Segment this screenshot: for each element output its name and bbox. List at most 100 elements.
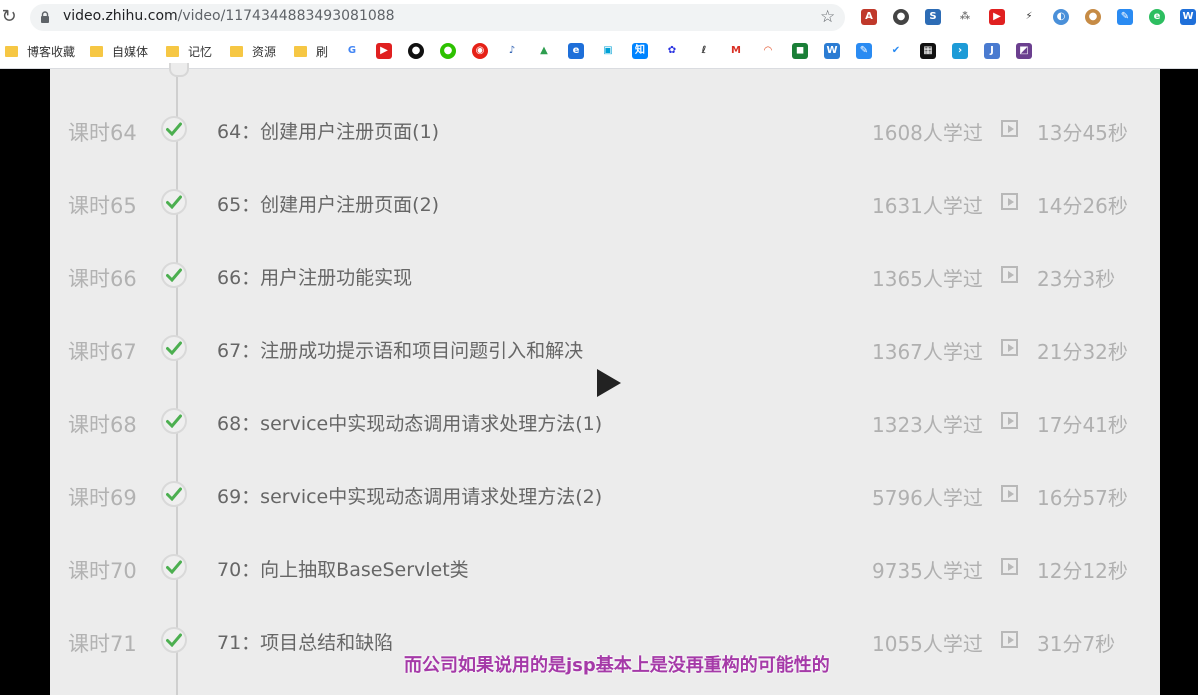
edge-like-icon[interactable]: e [568,43,584,59]
wechat-icon[interactable]: ● [440,43,456,59]
word-icon[interactable]: W [824,43,840,59]
folder-icon [230,46,243,57]
learner-count: 1055人学过 [872,632,983,656]
video-play-icon [1001,339,1018,356]
bilibili-icon[interactable]: ▣ [600,43,616,59]
folder-icon [166,46,179,57]
image-app-icon[interactable]: ◩ [1016,43,1032,59]
folder-icon [5,46,18,57]
lesson-row[interactable]: 课时68 68：service中实现动态调用请求处理方法(1) 1323人学过 … [50,403,1160,443]
tasks-check-icon[interactable]: ✔ [888,43,904,59]
lesson-number: 课时67 [68,340,137,364]
lesson-row[interactable]: 课时69 69：service中实现动态调用请求处理方法(2) 5796人学过 … [50,476,1160,516]
adblock-icon[interactable]: A [861,9,877,25]
j-app-icon[interactable]: J [984,43,1000,59]
lesson-number: 课时66 [68,267,137,291]
globe-icon[interactable]: ◐ [1053,9,1069,25]
bookmark-label: 自媒体 [112,45,149,59]
address-bar-row: ↻ video.zhihu.com/video/1174344883493081… [0,0,1198,35]
bookmark-folder-media[interactable]: 自媒体 [90,43,148,60]
lesson-number: 课时68 [68,413,137,437]
lesson-duration: 13分45秒 [1037,121,1128,145]
dark-app-icon[interactable]: ▦ [920,43,936,59]
completed-check-icon [161,627,187,653]
green-square-icon[interactable]: ◼ [792,43,808,59]
extension-eye-icon[interactable]: ● [893,9,909,25]
bookmark-star-icon[interactable]: ☆ [820,7,835,27]
lesson-title: 65：创建用户注册页面(2) [217,194,440,216]
video-play-icon [1001,558,1018,575]
word-extension-icon[interactable]: W [1180,9,1196,25]
url-text[interactable]: video.zhihu.com/video/117434488349308108… [63,8,395,24]
completed-check-icon [161,554,187,580]
video-play-icon [1001,412,1018,429]
completed-check-icon [161,262,187,288]
lock-icon[interactable] [40,11,50,23]
learner-count: 1367人学过 [872,340,983,364]
cookie-icon[interactable]: ● [1085,9,1101,25]
lesson-number: 课时65 [68,194,137,218]
learner-count: 5796人学过 [872,486,983,510]
google-icon[interactable]: G [344,43,360,59]
url-domain: video.zhihu.com [63,8,178,24]
rainbow-icon[interactable]: ◠ [760,43,776,59]
folder-icon [294,46,307,57]
bird-icon[interactable]: ▲ [536,43,552,59]
video-play-icon [1001,193,1018,210]
lesson-duration: 16分57秒 [1037,486,1128,510]
completed-check-icon [161,408,187,434]
timeline-line [176,69,178,695]
bookmark-folder-resources[interactable]: 资源 [230,43,276,60]
terminal-icon[interactable]: › [952,43,968,59]
bookmark-folder-memory[interactable]: 记忆 [166,43,212,60]
lesson-row[interactable]: 课时66 66：用户注册功能实现 1365人学过 23分3秒 [50,257,1160,297]
video-subtitle: 而公司如果说用的是jsp基本上是没再重构的可能性的 [404,655,830,676]
lesson-duration: 12分12秒 [1037,559,1128,583]
bookmark-folder-blog[interactable]: 博客收藏 [5,43,75,60]
bookmark-label: 资源 [252,45,277,59]
extension-pen-icon[interactable]: ✎ [1117,9,1133,25]
video-play-icon [1001,631,1018,648]
lesson-title: 71：项目总结和缺陷 [217,632,394,654]
completed-check-icon [161,335,187,361]
lightning-icon[interactable]: ⚡ [1021,9,1037,25]
learner-count: 9735人学过 [872,559,983,583]
reload-icon[interactable]: ↻ [0,8,18,26]
lesson-duration: 21分32秒 [1037,340,1128,364]
lesson-duration: 14分26秒 [1037,194,1128,218]
extension-network-icon[interactable]: ⁂ [957,9,973,25]
netease-music-icon[interactable]: ◉ [472,43,488,59]
video-play-icon [1001,120,1018,137]
baidu-icon[interactable]: ✿ [664,43,680,59]
lesson-row[interactable]: 课时65 65：创建用户注册页面(2) 1631人学过 14分26秒 [50,184,1160,224]
lesson-title: 68：service中实现动态调用请求处理方法(1) [217,413,603,435]
swirl-icon[interactable]: ℓ [696,43,712,59]
lesson-row[interactable]: 课时64 64：创建用户注册页面(1) 1608人学过 13分45秒 [50,111,1160,151]
evernote-icon[interactable]: e [1149,9,1165,25]
completed-check-icon [161,116,187,142]
github-icon[interactable]: ● [408,43,424,59]
music-note-icon[interactable]: ♪ [504,43,520,59]
learner-count: 1631人学过 [872,194,983,218]
extension-s-icon[interactable]: S [925,9,941,25]
lesson-row[interactable]: 课时67 67：注册成功提示语和项目问题引入和解决 1367人学过 21分32秒 [50,330,1160,370]
edit-icon[interactable]: ✎ [856,43,872,59]
gmail-icon[interactable]: M [728,43,744,59]
lesson-number: 课时70 [68,559,137,583]
lesson-row[interactable]: 课时70 70：向上抽取BaseServlet类 9735人学过 12分12秒 [50,549,1160,589]
learner-count: 1608人学过 [872,121,983,145]
completed-check-icon [161,481,187,507]
lesson-number: 课时71 [68,632,137,656]
zhihu-icon[interactable]: 知 [632,43,648,59]
lesson-number: 课时64 [68,121,137,145]
bookmark-folder-shua[interactable]: 刷 [294,43,328,60]
play-button-icon[interactable] [597,369,621,397]
lesson-duration: 17分41秒 [1037,413,1128,437]
youtube-icon[interactable]: ▶ [376,43,392,59]
youtube-extension-icon[interactable]: ▶ [989,9,1005,25]
lesson-title: 64：创建用户注册页面(1) [217,121,440,143]
learner-count: 1323人学过 [872,413,983,437]
url-path: /video/1174344883493081088 [177,8,395,24]
lesson-title: 66：用户注册功能实现 [217,267,413,289]
lesson-title: 67：注册成功提示语和项目问题引入和解决 [217,340,584,362]
